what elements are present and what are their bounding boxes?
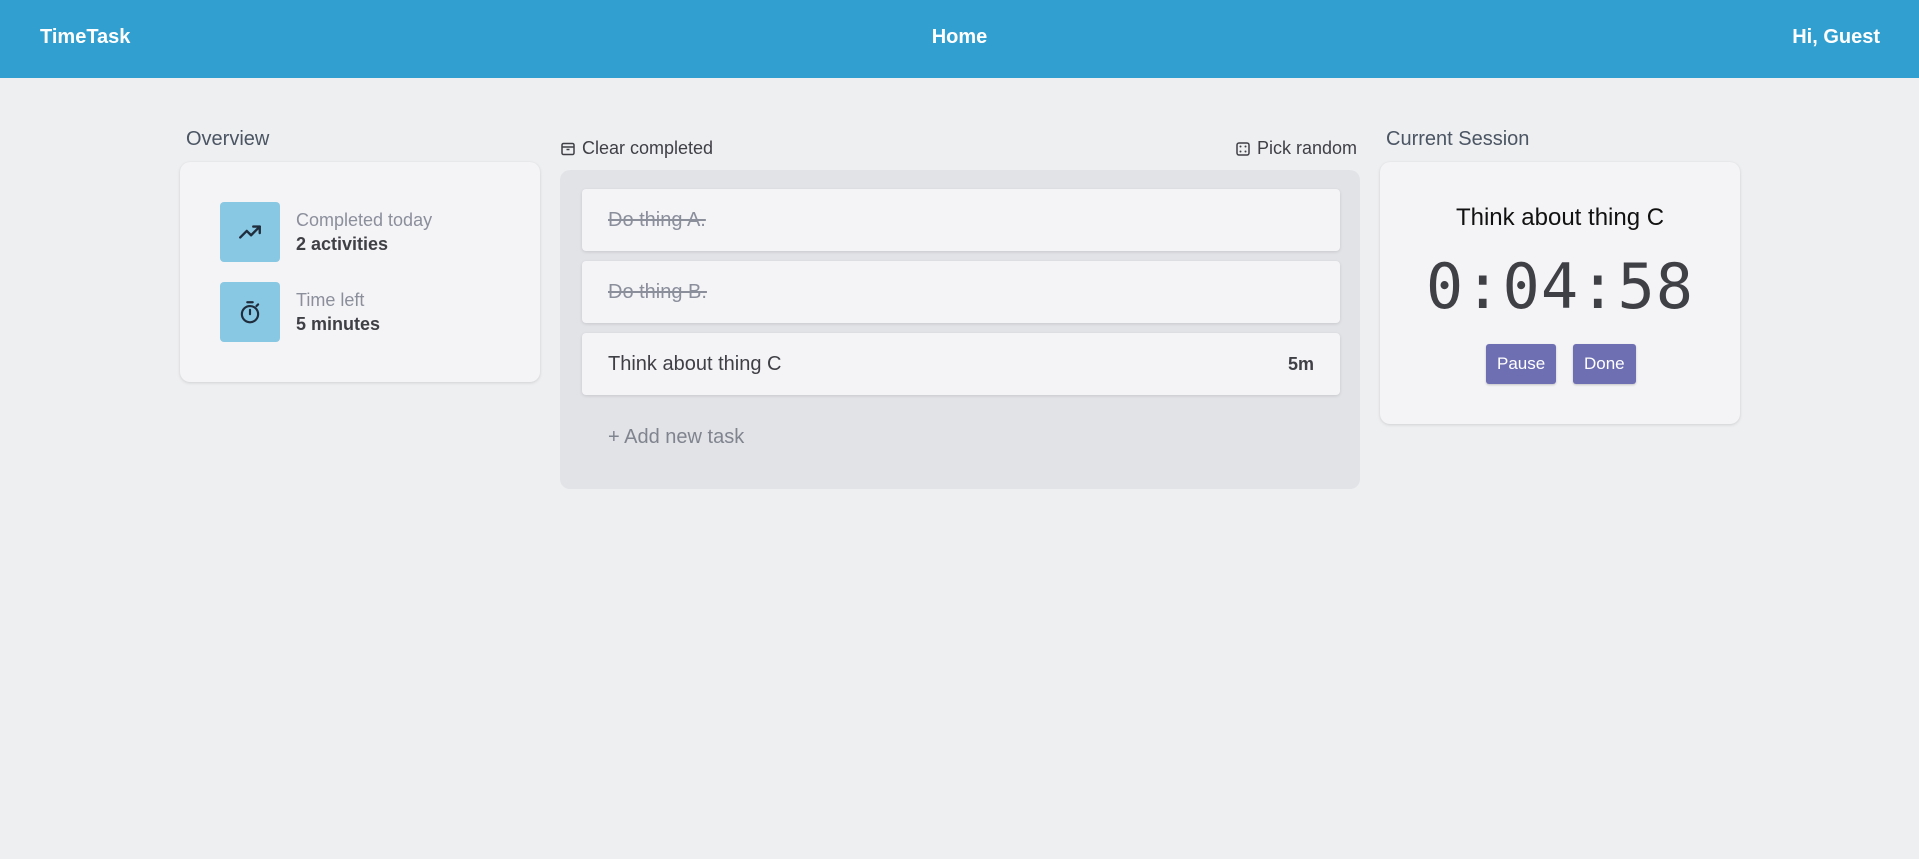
dice-icon	[1236, 141, 1250, 156]
task-item[interactable]: Do thing B.	[582, 261, 1340, 323]
stat-label: Completed today	[296, 210, 433, 230]
top-navbar: TimeTask Home Hi, Guest	[0, 0, 1919, 78]
task-name: Do thing B.	[608, 280, 707, 303]
pause-button[interactable]: Pause	[1486, 344, 1557, 384]
pick-random-button[interactable]: Pick random	[1235, 138, 1357, 159]
session-section-title: Current Session	[1386, 128, 1530, 150]
task-item[interactable]: Think about thing C 5m	[582, 333, 1340, 395]
add-task-button[interactable]: + Add new task	[608, 426, 744, 449]
session-timer: 0:04:58	[1425, 250, 1695, 323]
stat-value: 5 minutes	[296, 314, 381, 334]
stat-label: Time left	[296, 290, 365, 310]
overview-card: Completed today 2 activities Time left 5…	[180, 162, 540, 382]
user-greeting[interactable]: Hi, Guest	[1792, 26, 1880, 49]
pick-random-label: Pick random	[1257, 138, 1358, 158]
task-duration: 5m	[1287, 353, 1314, 374]
task-name: Think about thing C	[608, 352, 782, 375]
task-list: Do thing A. Do thing B. Think about thin…	[560, 170, 1360, 489]
session-card: Think about thing C 0:04:58 Pause Done	[1380, 162, 1740, 424]
overview-title: Overview	[186, 128, 270, 150]
clear-completed-button[interactable]: Clear completed	[560, 138, 713, 159]
task-item[interactable]: Do thing A.	[582, 189, 1340, 251]
task-name: Do thing A.	[608, 208, 706, 231]
stat-completed-today: Completed today 2 activities	[220, 202, 520, 262]
stat-time-left: Time left 5 minutes	[220, 282, 520, 342]
archive-icon	[561, 142, 575, 155]
clear-completed-label: Clear completed	[582, 138, 714, 158]
stopwatch-icon	[220, 282, 280, 342]
app-brand[interactable]: TimeTask	[40, 26, 130, 49]
done-button[interactable]: Done	[1573, 344, 1636, 384]
nav-home-link[interactable]: Home	[932, 26, 988, 48]
session-task-name: Think about thing C	[1455, 204, 1665, 231]
trending-up-icon	[220, 202, 280, 262]
stat-value: 2 activities	[296, 234, 389, 254]
